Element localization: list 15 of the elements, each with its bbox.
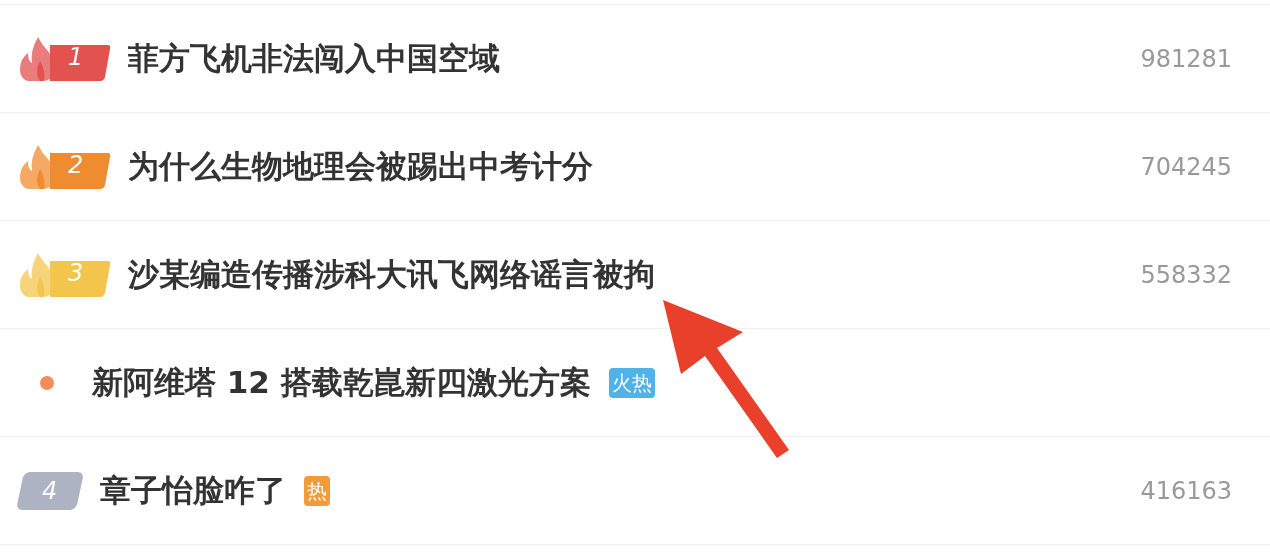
topic-title[interactable]: 新阿维塔 12 搭载乾崑新四激光方案 (92, 361, 591, 404)
hot-tag: 火热 (608, 367, 655, 398)
heat-count: 416163 (1140, 476, 1232, 505)
rank-number: 1 (68, 42, 84, 71)
topic-title[interactable]: 沙某编造传播涉科大讯飞网络谣言被拘 (128, 253, 655, 296)
heat-count: 558332 (1140, 260, 1232, 289)
hot-tag: 热 (304, 475, 330, 506)
heat-count: 704245 (1140, 152, 1232, 181)
rank-badge: 4 (15, 471, 85, 510)
rank-number: 2 (68, 150, 84, 179)
heat-count: 981281 (1140, 44, 1232, 73)
topic-title[interactable]: 菲方飞机非法闯入中国空域 (128, 37, 500, 80)
topic-title[interactable]: 章子怡脸咋了 (100, 469, 286, 512)
rank-number: 3 (68, 258, 84, 287)
topic-title[interactable]: 为什么生物地理会被踢出中考计分 (128, 145, 593, 188)
